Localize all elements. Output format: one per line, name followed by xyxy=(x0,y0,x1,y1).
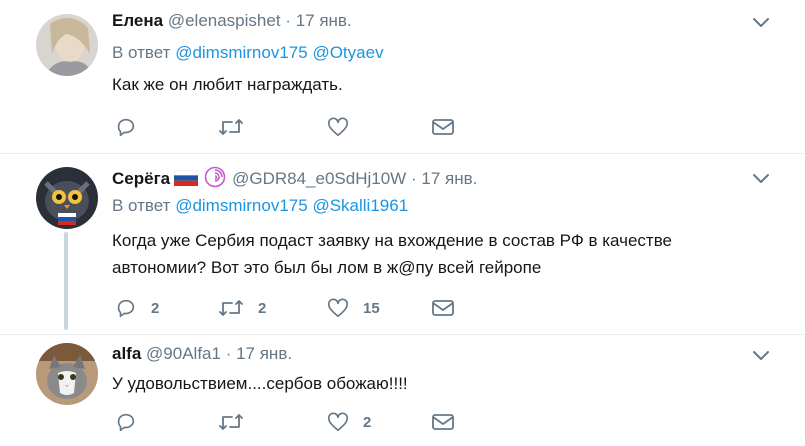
chevron-down-icon[interactable] xyxy=(752,17,770,29)
heart-icon xyxy=(328,117,348,137)
russia-flag-icon xyxy=(174,170,199,186)
reply-icon xyxy=(117,413,135,432)
reply-context: В ответ @dimsmirnov175 @Skalli1961 xyxy=(112,196,408,216)
reply-button[interactable]: 2 xyxy=(115,296,159,320)
author-name[interactable]: alfa xyxy=(112,344,141,363)
author-name[interactable]: Серёга xyxy=(112,169,170,188)
envelope-icon xyxy=(432,119,454,135)
mention-link[interactable]: @Otyaev xyxy=(312,43,383,62)
tweet-text: У удовольствием....сербов обожаю!!!! xyxy=(112,370,408,397)
tweet-text: Как же он любит награждать. xyxy=(112,71,343,98)
separator-dot: · xyxy=(225,344,232,363)
tweet-text-line: Как же он любит награждать. xyxy=(112,75,343,94)
author-handle[interactable]: @90Alfa1 xyxy=(146,344,221,363)
mention-link[interactable]: @Skalli1961 xyxy=(312,196,408,215)
direct-message-button[interactable] xyxy=(431,410,455,434)
retweet-count: 2 xyxy=(258,299,267,317)
chevron-down-icon[interactable] xyxy=(752,350,770,362)
author-name[interactable]: Елена xyxy=(112,11,163,30)
separator-dot: · xyxy=(410,169,417,188)
envelope-icon xyxy=(432,300,454,316)
tweet-3[interactable]: alfa @90Alfa1 · 17 янв. У удовольствием.… xyxy=(0,335,805,446)
like-button[interactable] xyxy=(327,115,363,139)
chevron-down-icon[interactable] xyxy=(752,173,770,185)
retweet-icon xyxy=(219,300,243,316)
tweet-text-line: Когда уже Сербия подаст заявку на вхожде… xyxy=(112,231,673,250)
reply-button[interactable] xyxy=(115,410,151,434)
reply-icon xyxy=(117,118,135,137)
author-handle[interactable]: @GDR84_e0SdHj10W xyxy=(232,169,406,188)
direct-message-button[interactable] xyxy=(431,115,455,139)
direct-message-button[interactable] xyxy=(431,296,455,320)
envelope-icon xyxy=(432,414,454,430)
retweet-button[interactable] xyxy=(218,410,258,434)
retweet-icon xyxy=(219,414,243,430)
reply-button[interactable] xyxy=(115,115,151,139)
retweet-icon xyxy=(219,119,243,135)
timestamp[interactable]: 17 янв. xyxy=(236,344,292,363)
avatar[interactable] xyxy=(36,167,98,229)
author-handle[interactable]: @elenaspishet xyxy=(168,11,281,30)
tweet-1[interactable]: Елена @elenaspishet · 17 янв. В ответ @d… xyxy=(0,0,805,153)
tweet-actions: 2 xyxy=(115,410,535,434)
like-button[interactable]: 2 xyxy=(327,410,371,434)
reply-prefix: В ответ xyxy=(112,43,171,62)
thread-line xyxy=(64,232,68,330)
retweet-button[interactable] xyxy=(218,115,258,139)
mention-link[interactable]: @dimsmirnov175 xyxy=(175,196,308,215)
separator-dot: · xyxy=(285,11,291,30)
tweet-text: Когда уже Сербия подаст заявку на вхожде… xyxy=(112,227,672,281)
like-count: 2 xyxy=(363,413,372,431)
heart-icon xyxy=(328,298,348,318)
reply-prefix: В ответ xyxy=(112,196,171,215)
cyclone-icon xyxy=(204,166,226,188)
heart-icon xyxy=(328,412,348,432)
reply-icon xyxy=(117,299,135,318)
tweet-2[interactable]: Серёга @GDR84_e0SdHj10W · 17 янв. В ответ… xyxy=(0,154,805,334)
timestamp[interactable]: 17 янв. xyxy=(296,11,352,30)
reply-count: 2 xyxy=(151,299,160,317)
reply-context: В ответ @dimsmirnov175 @Otyaev xyxy=(112,43,384,63)
tweet-text-line: У удовольствием....сербов обожаю!!!! xyxy=(112,374,408,393)
like-count: 15 xyxy=(363,299,380,317)
tweet-actions xyxy=(115,115,535,139)
avatar[interactable] xyxy=(36,14,98,76)
tweet-actions: 2 2 15 xyxy=(115,296,535,320)
mention-link[interactable]: @dimsmirnov175 xyxy=(175,43,308,62)
avatar[interactable] xyxy=(36,343,98,405)
like-button[interactable]: 15 xyxy=(327,296,380,320)
tweet-text-line: автономии? Вот это был бы лом в ж@пу все… xyxy=(112,258,542,277)
retweet-button[interactable]: 2 xyxy=(218,296,266,320)
timestamp[interactable]: 17 янв. xyxy=(421,169,477,188)
